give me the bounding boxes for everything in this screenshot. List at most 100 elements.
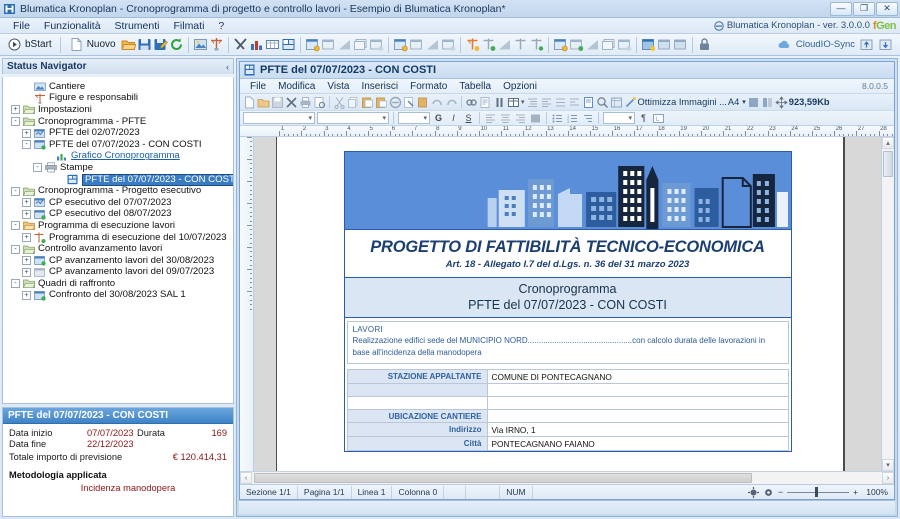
lock-icon[interactable] (697, 37, 712, 52)
pe-copy-icon[interactable] (409, 37, 424, 52)
horizontal-scroll-thumb[interactable] (254, 473, 752, 483)
collapse-icon[interactable]: - (22, 140, 31, 150)
open-folder-icon[interactable] (120, 37, 137, 52)
status-navigator-tree[interactable]: Cantiere Figure e responsabili + Impostazio… (2, 77, 234, 404)
tree-item[interactable]: - Stampe (3, 162, 233, 174)
pause-icon[interactable] (493, 96, 506, 109)
expand-icon[interactable]: + (22, 267, 31, 277)
doc-menu-vista[interactable]: Vista (321, 81, 355, 92)
open-doc-icon[interactable] (257, 96, 270, 109)
cut-icon[interactable] (333, 96, 346, 109)
refresh-icon[interactable] (169, 37, 184, 52)
horizontal-ruler[interactable]: 1 2 3 4 5 6 7 8 9 10 11 12 13 14 15 16 17 18 19 20 21 22 23 24 2… (240, 126, 894, 137)
print-icon[interactable] (299, 96, 312, 109)
fit-page-icon[interactable] (748, 486, 760, 498)
tree-item[interactable]: - Cronoprogramma - PFTE (3, 116, 233, 128)
columns-dropdown-arrow[interactable]: ▾ (521, 98, 525, 106)
cloud-upload-icon[interactable] (859, 37, 874, 52)
textbox-icon[interactable]: L (652, 112, 665, 125)
tree-item[interactable]: + Confronto del 30/08/2023 SAL 1 (3, 290, 233, 302)
chevron-left-icon[interactable]: ‹ (226, 62, 229, 72)
tree-item[interactable]: - PFTE del 07/07/2023 - CON COSTI (3, 139, 233, 151)
doc-menu-inserisci[interactable]: Inserisci (355, 81, 404, 92)
horizontal-scroll-track[interactable] (252, 472, 882, 484)
scroll-right-button[interactable]: › (882, 472, 894, 484)
tree-item[interactable]: Cantiere (3, 81, 233, 93)
ex-report-icon[interactable] (673, 37, 688, 52)
av-add-icon[interactable] (481, 37, 496, 52)
pilcrow-icon[interactable]: ¶ (637, 112, 650, 124)
cloud-download-icon[interactable] (878, 37, 893, 52)
ex-new-icon[interactable] (641, 37, 656, 52)
align-right-icon[interactable] (514, 112, 527, 125)
save-icon[interactable] (137, 37, 152, 52)
doc-menu-formato[interactable]: Formato (404, 81, 453, 92)
tree-item[interactable]: + CP esecutivo del 08/07/2023 (3, 209, 233, 221)
pe-chart-icon[interactable] (425, 37, 440, 52)
collapse-icon[interactable]: - (11, 186, 20, 196)
bold-button[interactable]: G (432, 112, 445, 124)
style-combo[interactable]: ▾ (243, 112, 315, 124)
save-doc-icon[interactable] (271, 96, 284, 109)
menu-item-strumenti[interactable]: Strumenti (108, 19, 167, 33)
expand-icon[interactable]: + (22, 256, 31, 266)
columns-icon[interactable] (507, 96, 520, 109)
zoom-icon[interactable] (596, 96, 609, 109)
optimize-images-button[interactable]: Ottimizza Immagini ... (638, 97, 727, 107)
text-color-combo[interactable]: ▾ (603, 112, 635, 124)
expand-icon[interactable]: + (22, 290, 31, 300)
report-icon[interactable] (281, 37, 296, 52)
paste-icon[interactable] (361, 96, 374, 109)
tree-item[interactable]: + CP avanzamento lavori del 09/07/2023 (3, 267, 233, 279)
page-layout-icon[interactable] (761, 96, 774, 109)
new-button[interactable]: Nuovo (65, 36, 120, 54)
collapse-icon[interactable]: - (11, 244, 20, 254)
align-left-icon[interactable] (484, 112, 497, 125)
align-justify-icon[interactable] (529, 112, 542, 125)
bullet-list-icon[interactable] (551, 112, 564, 125)
menu-item-help[interactable]: ? (211, 19, 231, 33)
para-icon[interactable] (568, 96, 581, 109)
doc-menu-opzioni[interactable]: Opzioni (497, 81, 543, 92)
qr-new-icon[interactable] (553, 37, 568, 52)
paste-special-icon[interactable] (375, 96, 388, 109)
zoom-out-button[interactable]: − (778, 487, 783, 497)
italic-button[interactable]: I (447, 112, 460, 124)
zoom-slider[interactable] (787, 487, 850, 497)
find-icon[interactable] (403, 96, 416, 109)
expand-icon[interactable]: + (22, 128, 31, 138)
font-size-combo[interactable]: ▾ (398, 112, 430, 124)
cp-new-icon[interactable] (305, 37, 320, 52)
move-icon[interactable] (775, 95, 788, 109)
cantiere-icon[interactable] (193, 37, 208, 52)
tree-item[interactable]: Figure e responsabili (3, 93, 233, 105)
tree-item[interactable]: PFTE del 07/07/2023 - CON COSTI (3, 173, 233, 186)
doc-menu-file[interactable]: File (244, 81, 272, 92)
spacing-icon[interactable] (554, 96, 567, 109)
page-setup-icon[interactable] (479, 96, 492, 109)
save-as-icon[interactable] (153, 37, 168, 52)
bstart-button[interactable]: bStart (3, 36, 56, 54)
scroll-left-button[interactable]: ‹ (240, 472, 252, 484)
vertical-scrollbar[interactable]: ▴ ▾ (881, 137, 894, 471)
link-icon[interactable] (465, 96, 478, 109)
cp-report-icon[interactable] (369, 37, 384, 52)
vertical-ruler[interactable] (240, 137, 254, 471)
copy-icon[interactable] (347, 96, 360, 109)
av-chart-icon[interactable] (497, 37, 512, 52)
doc-menu-modifica[interactable]: Modifica (272, 81, 321, 92)
page-color-icon[interactable] (747, 96, 760, 109)
cp-chart-icon[interactable] (337, 37, 352, 52)
table-icon[interactable] (265, 37, 280, 52)
av-up-icon[interactable] (513, 37, 528, 52)
minimize-button[interactable]: — (830, 1, 852, 16)
tree-item[interactable]: + CP esecutivo del 07/07/2023 (3, 197, 233, 209)
close-button[interactable]: ✕ (876, 1, 898, 16)
menu-item-file[interactable]: File (6, 19, 37, 33)
multi-list-icon[interactable] (581, 112, 594, 125)
pe-new-icon[interactable] (393, 37, 408, 52)
font-family-combo[interactable]: ▾ (317, 112, 389, 124)
cloud-sync-label[interactable]: CloudIO-Sync (796, 39, 855, 50)
tree-item[interactable]: - Cronoprogramma - Progetto esecutivo (3, 185, 233, 197)
expand-icon[interactable]: + (11, 105, 20, 115)
